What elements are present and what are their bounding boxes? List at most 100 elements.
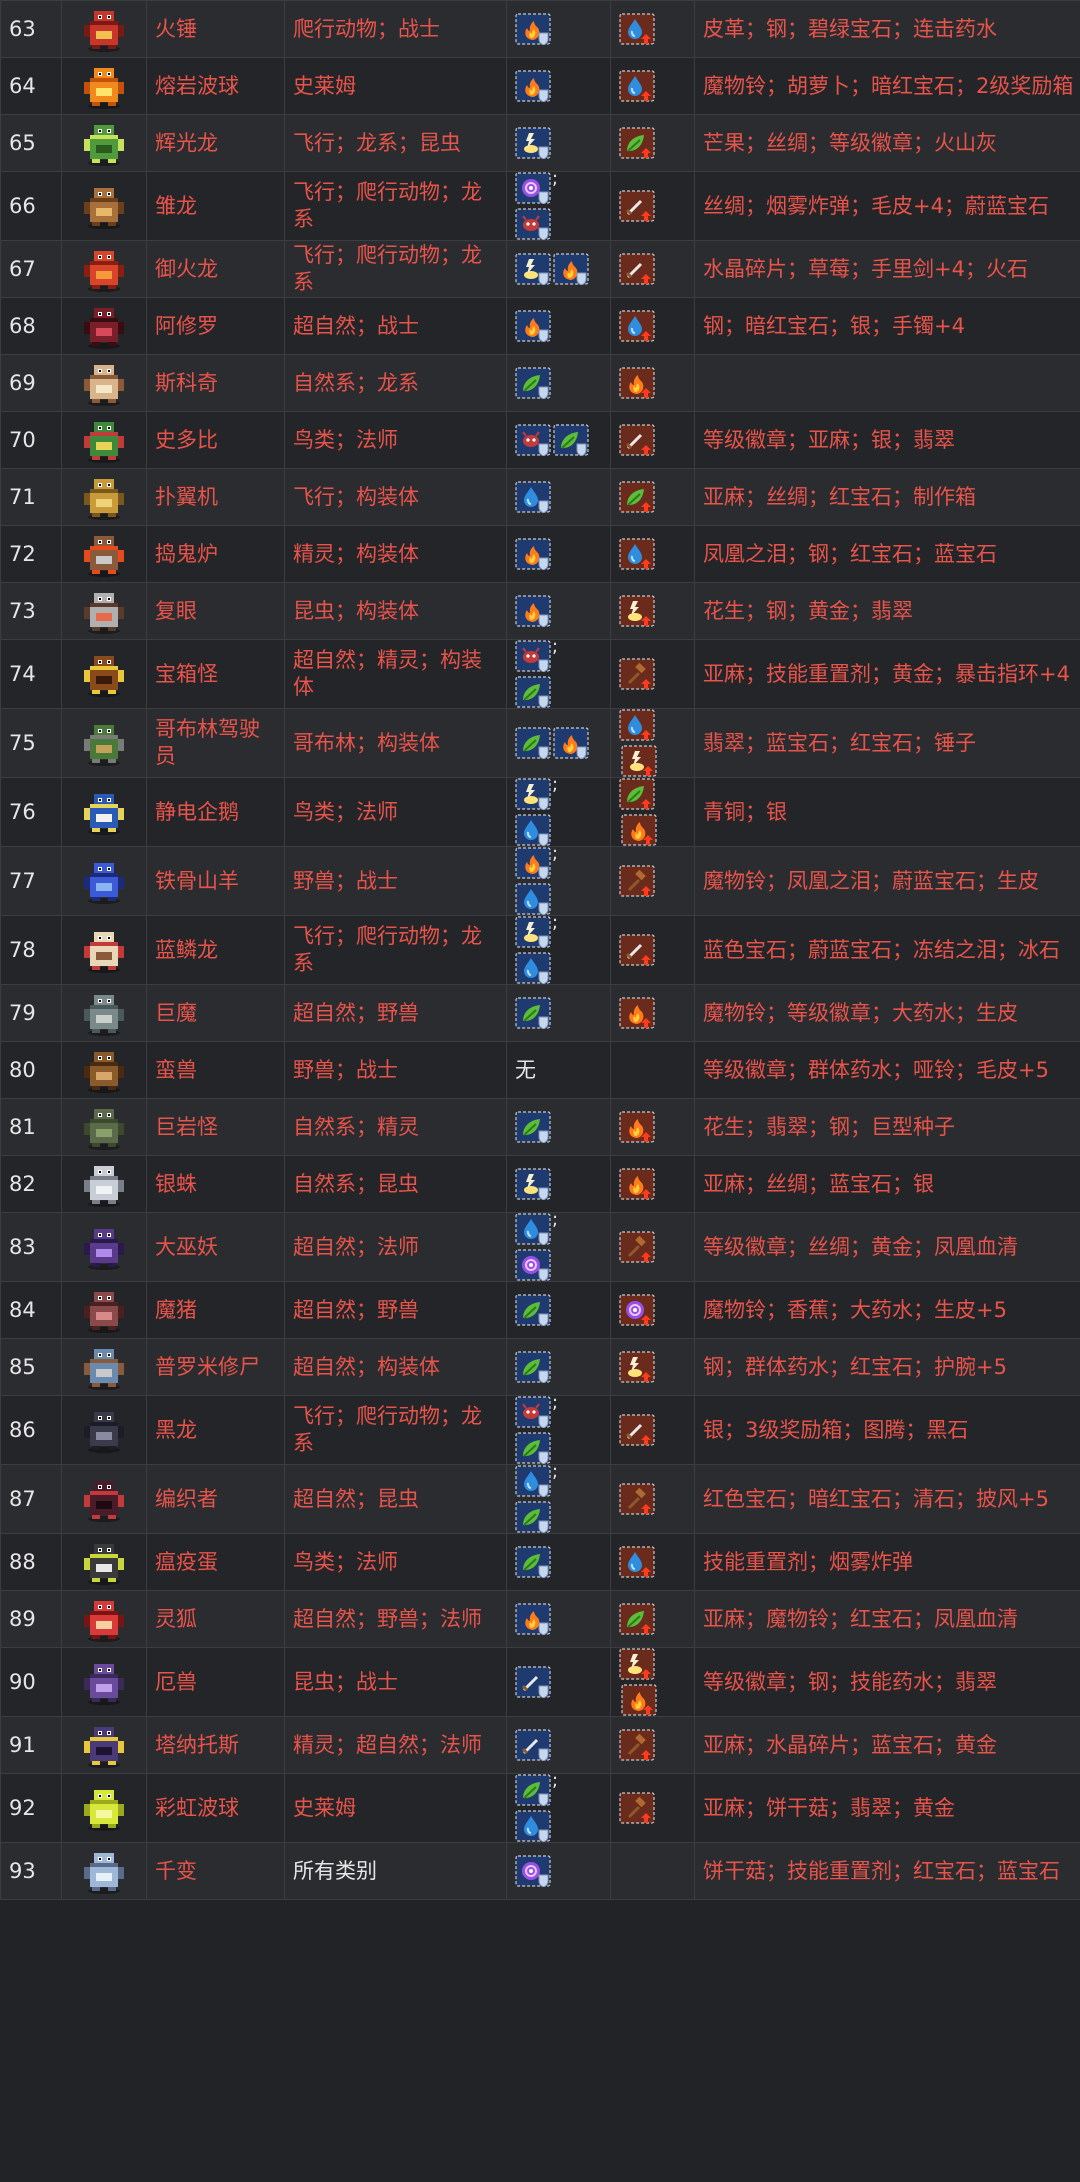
monster-types[interactable]: 超自然；野兽；法师 [284,1590,507,1648]
monster-types[interactable]: 超自然；精灵；构装体 [284,639,507,709]
material-list[interactable]: 花生；翡翠；钢；巨型种子 [694,1098,1080,1156]
monster-types[interactable]: 飞行；构装体 [284,468,507,526]
monster-types[interactable]: 飞行；爬行动物；龙系 [284,915,507,985]
material-list[interactable]: 魔物铃；凤凰之泪；蔚蓝宝石；生皮 [694,846,1080,916]
material-list[interactable]: 等级徽章；亚麻；银；翡翠 [694,411,1080,469]
monster-name[interactable]: 宝箱怪 [146,639,285,709]
monster-types[interactable]: 史莱姆 [284,1773,507,1843]
material-list[interactable]: 亚麻；魔物铃；红宝石；凤凰血清 [694,1590,1080,1648]
material-list[interactable]: 魔物铃；香蕉；大药水；生皮+5 [694,1281,1080,1339]
monster-types[interactable]: 精灵；构装体 [284,525,507,583]
monster-name[interactable]: 千变 [146,1842,285,1900]
water-drop-icon [619,13,655,45]
monster-name[interactable]: 巨岩怪 [146,1098,285,1156]
demon-pig-sprite [84,1292,124,1333]
monster-name[interactable]: 史多比 [146,411,285,469]
material-list[interactable]: 等级徽章；钢；技能药水；翡翠 [694,1647,1080,1717]
material-list[interactable]: 凤凰之泪；钢；红宝石；蓝宝石 [694,525,1080,583]
monster-name[interactable]: 瘟疫蛋 [146,1533,285,1591]
monster-types[interactable]: 昆虫；战士 [284,1647,507,1717]
material-list[interactable]: 等级徽章；群体药水；哑铃；毛皮+5 [694,1041,1080,1099]
monster-name[interactable]: 哥布林驾驶员 [146,708,285,778]
material-list[interactable]: 青铜；银 [694,777,1080,847]
monster-types[interactable]: 昆虫；构装体 [284,582,507,640]
material-list[interactable]: 亚麻；水晶碎片；蓝宝石；黄金 [694,1716,1080,1774]
monster-types[interactable]: 超自然；野兽 [284,1281,507,1339]
monster-name[interactable]: 普罗米修尸 [146,1338,285,1396]
monster-name[interactable]: 阿修罗 [146,297,285,355]
monster-name[interactable]: 斯科奇 [146,354,285,412]
monster-types[interactable]: 爬行动物；战士 [284,0,507,58]
material-list[interactable]: 钢；群体药水；红宝石；护腕+5 [694,1338,1080,1396]
material-list[interactable]: 等级徽章；丝绸；黄金；凤凰血清 [694,1212,1080,1282]
material-list[interactable]: 技能重置剂；烟雾炸弹 [694,1533,1080,1591]
monster-types[interactable]: 鸟类；法师 [284,1533,507,1591]
material-list[interactable]: 银；3级奖励箱；图腾；黑石 [694,1395,1080,1465]
monster-name[interactable]: 银蛛 [146,1155,285,1213]
material-list[interactable]: 翡翠；蓝宝石；红宝石；锤子 [694,708,1080,778]
monster-name[interactable]: 复眼 [146,582,285,640]
material-list[interactable]: 饼干菇；技能重置剂；红宝石；蓝宝石 [694,1842,1080,1900]
material-list[interactable]: 亚麻；丝绸；红宝石；制作箱 [694,468,1080,526]
monster-types[interactable]: 飞行；爬行动物；龙系 [284,171,507,241]
monster-types[interactable]: 哥布林；构装体 [284,708,507,778]
monster-types[interactable]: 超自然；昆虫 [284,1464,507,1534]
material-list[interactable] [694,354,1080,412]
lightning-icon [515,778,551,810]
monster-types[interactable]: 鸟类；法师 [284,411,507,469]
fire-icon [515,310,551,342]
monster-name[interactable]: 厄兽 [146,1647,285,1717]
monster-name[interactable]: 捣鬼炉 [146,525,285,583]
monster-types[interactable]: 飞行；爬行动物；龙系 [284,1395,507,1465]
monster-name[interactable]: 蛮兽 [146,1041,285,1099]
monster-name[interactable]: 塔纳托斯 [146,1716,285,1774]
monster-types[interactable]: 自然系；昆虫 [284,1155,507,1213]
monster-name[interactable]: 大巫妖 [146,1212,285,1282]
monster-types[interactable]: 精灵；超自然；法师 [284,1716,507,1774]
purple-beast-sprite [84,1664,124,1705]
monster-types[interactable]: 所有类别 [284,1842,507,1900]
monster-name[interactable]: 静电企鹅 [146,777,285,847]
material-list[interactable]: 丝绸；烟雾炸弹；毛皮+4；蔚蓝宝石 [694,171,1080,241]
material-list[interactable]: 魔物铃；胡萝卜；暗红宝石；2级奖励箱 [694,57,1080,115]
monster-types[interactable]: 飞行；爬行动物；龙系 [284,240,507,298]
monster-name[interactable]: 灵狐 [146,1590,285,1648]
material-list[interactable]: 皮革；钢；碧绿宝石；连击药水 [694,0,1080,58]
monster-name[interactable]: 编织者 [146,1464,285,1534]
material-list[interactable]: 花生；钢；黄金；翡翠 [694,582,1080,640]
monster-types[interactable]: 野兽；战士 [284,846,507,916]
monster-name[interactable]: 蓝鳞龙 [146,915,285,985]
monster-types[interactable]: 自然系；精灵 [284,1098,507,1156]
monster-name[interactable]: 雏龙 [146,171,285,241]
material-list[interactable]: 亚麻；技能重置剂；黄金；暴击指环+4 [694,639,1080,709]
monster-types[interactable]: 鸟类；法师 [284,777,507,847]
monster-types[interactable]: 飞行；龙系；昆虫 [284,114,507,172]
material-list[interactable]: 水晶碎片；草莓；手里剑+4；火石 [694,240,1080,298]
table-row: 84 魔猪 超自然；野兽 魔物铃；香蕉；大药水；生皮+5 [0,1281,1080,1339]
monster-name[interactable]: 彩虹波球 [146,1773,285,1843]
monster-name[interactable]: 铁骨山羊 [146,846,285,916]
monster-types[interactable]: 超自然；构装体 [284,1338,507,1396]
material-list[interactable]: 蓝色宝石；蔚蓝宝石；冻结之泪；冰石 [694,915,1080,985]
material-list[interactable]: 芒果；丝绸；等级徽章；火山灰 [694,114,1080,172]
monster-name[interactable]: 熔岩波球 [146,57,285,115]
material-list[interactable]: 亚麻；丝绸；蓝宝石；银 [694,1155,1080,1213]
material-list[interactable]: 亚麻；饼干菇；翡翠；黄金 [694,1773,1080,1843]
monster-types[interactable]: 史莱姆 [284,57,507,115]
monster-types[interactable]: 野兽；战士 [284,1041,507,1099]
monster-name[interactable]: 辉光龙 [146,114,285,172]
monster-types[interactable]: 超自然；法师 [284,1212,507,1282]
material-list[interactable]: 钢；暗红宝石；银；手镯+4 [694,297,1080,355]
monster-name[interactable]: 御火龙 [146,240,285,298]
monster-name[interactable]: 巨魔 [146,984,285,1042]
monster-types[interactable]: 超自然；战士 [284,297,507,355]
material-list[interactable]: 红色宝石；暗红宝石；清石；披风+5 [694,1464,1080,1534]
monster-name[interactable]: 扑翼机 [146,468,285,526]
monster-name[interactable]: 魔猪 [146,1281,285,1339]
monster-types[interactable]: 超自然；野兽 [284,984,507,1042]
monster-name[interactable]: 火锤 [146,0,285,58]
material-list[interactable]: 魔物铃；等级徽章；大药水；生皮 [694,984,1080,1042]
weakness-icons [610,354,695,412]
monster-types[interactable]: 自然系；龙系 [284,354,507,412]
monster-name[interactable]: 黑龙 [146,1395,285,1465]
